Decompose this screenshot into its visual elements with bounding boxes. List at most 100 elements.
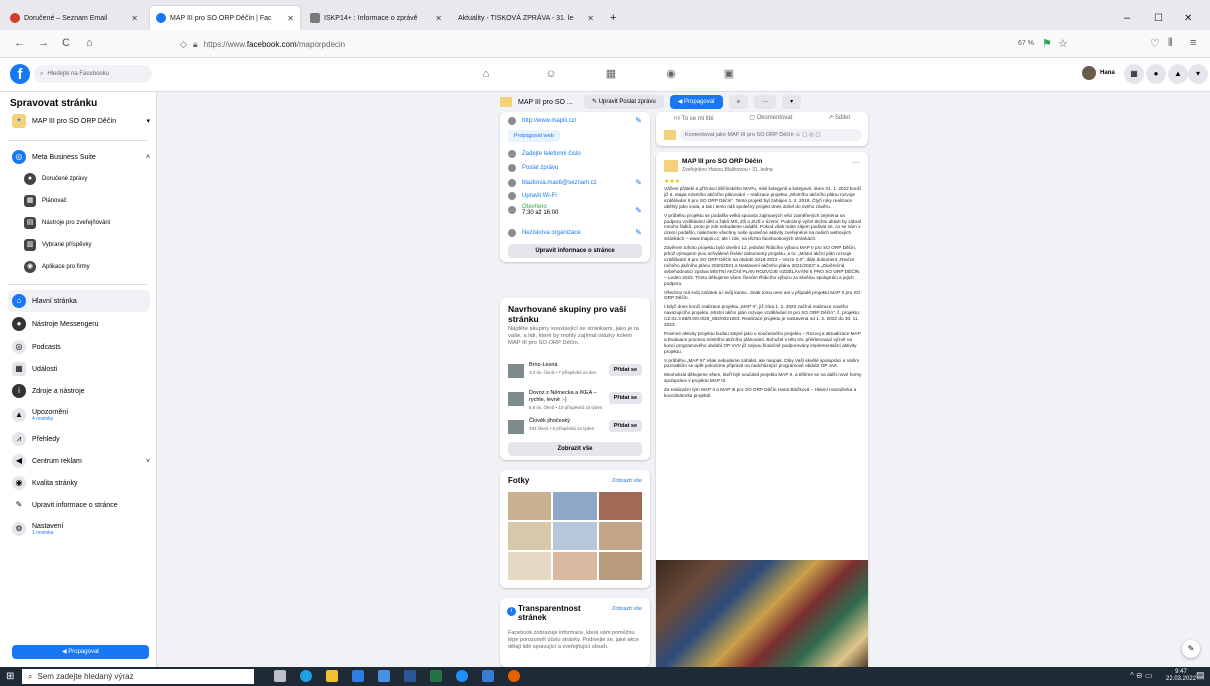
- home-button[interactable]: ⌂: [86, 37, 93, 49]
- join-group-button[interactable]: Přidat se: [608, 392, 642, 404]
- library-icon[interactable]: ⫴: [1168, 37, 1173, 50]
- edit-send-message-button[interactable]: ✎ Upravit Poslat zprávu: [584, 95, 664, 109]
- sidebar-item-business-apps[interactable]: ◉ Aplikace pro firmy: [20, 256, 150, 278]
- more-options-icon[interactable]: ···: [852, 158, 860, 167]
- store-icon[interactable]: [352, 670, 364, 682]
- sidebar-item-messenger-tools[interactable]: ● Nástroje Messengeru: [8, 313, 150, 335]
- page-switcher[interactable]: ✦ MAP III pro SO ORP Děčín ▾: [8, 110, 150, 132]
- sidebar-item-ad-center[interactable]: ◀ Centrum reklam ˅: [8, 450, 150, 472]
- new-tab-button[interactable]: +: [604, 6, 622, 30]
- browser-tab-facebook[interactable]: MAP III pro SO ORP Děčín | Fac ✕: [150, 6, 300, 30]
- url-bar[interactable]: ◇ 🔒︎ https://www. facebook.com/maporpdeci…: [180, 34, 1090, 54]
- show-all-photos-link[interactable]: Zobrazit vše: [612, 478, 642, 484]
- post-author[interactable]: MAP III pro SO ORP Děčín: [682, 158, 762, 165]
- close-tab-icon[interactable]: ✕: [287, 14, 294, 23]
- group-name[interactable]: Brno-Lesná: [529, 362, 557, 368]
- excel-icon[interactable]: [430, 670, 442, 682]
- send-message-link[interactable]: Poslat zprávu: [522, 165, 558, 171]
- group-name[interactable]: Člověk jihočeský: [529, 418, 570, 424]
- close-tab-icon[interactable]: ✕: [435, 14, 442, 23]
- back-button[interactable]: ←: [14, 37, 25, 49]
- category-link[interactable]: Neziskova organizace: [522, 230, 581, 236]
- search-icon[interactable]: ⌕: [728, 95, 749, 109]
- wifi-link[interactable]: Upravit Wi-Fi: [522, 193, 557, 199]
- browser-tab-aktuality[interactable]: Aktuality - TISKOVÁ ZPRÁVA - 31. le ✕: [452, 6, 600, 30]
- sidebar-item-edit-page-info[interactable]: ✎ Upravit informace o stránce: [8, 494, 150, 516]
- facebook-search-input[interactable]: ⌕ Hledejte na Facebooku: [34, 65, 152, 83]
- group-name[interactable]: Dovoz z Německa a IKEA – rychle, levně :…: [529, 390, 597, 403]
- sidebar-item-podcasts[interactable]: ◎ Podcasts: [8, 336, 150, 358]
- mail-icon[interactable]: [378, 670, 390, 682]
- join-group-button[interactable]: Přidat se: [608, 420, 642, 432]
- pencil-icon[interactable]: ✎: [635, 228, 642, 237]
- phone-link[interactable]: Zadejte telefonní číslo: [522, 151, 581, 157]
- sidebar-item-resources[interactable]: i Zdroje a nástroje: [8, 380, 150, 402]
- outlook-icon[interactable]: [482, 670, 494, 682]
- close-tab-icon[interactable]: ✕: [131, 14, 138, 23]
- photo-thumbnail[interactable]: [508, 552, 552, 580]
- sidebar-item-notifications[interactable]: ▲ Upozornění 4 novinky: [8, 402, 150, 428]
- close-window-button[interactable]: ✕: [1178, 6, 1198, 30]
- email-link[interactable]: blazkova.mas6@seznam.cz: [522, 180, 597, 186]
- groups-nav-icon[interactable]: ◉: [660, 64, 682, 84]
- sidebar-item-events[interactable]: ▦ Události: [8, 358, 150, 380]
- comment-button[interactable]: ▢ Okomentovat: [749, 114, 792, 122]
- notifications-icon[interactable]: ▲: [1168, 64, 1188, 84]
- pocket-icon[interactable]: ♡: [1150, 37, 1160, 50]
- edit-page-info-button[interactable]: Upravit informace o stránce: [508, 244, 642, 258]
- forward-button[interactable]: →: [38, 37, 49, 49]
- maximize-button[interactable]: ☐: [1148, 6, 1169, 30]
- photo-thumbnail[interactable]: [553, 522, 597, 550]
- sidebar-item-publishing-tools[interactable]: ▤ Nástroje pro zveřejňování: [20, 212, 150, 234]
- show-all-link[interactable]: Zobrazit vše: [612, 606, 642, 612]
- page-switch-icon[interactable]: ▾: [782, 95, 802, 109]
- pencil-icon[interactable]: ✎: [635, 206, 642, 215]
- browser-tab-iskp[interactable]: ISKP14+ : Informace o zprávě ✕: [304, 6, 448, 30]
- photo-thumbnail[interactable]: [598, 552, 642, 580]
- post-photo[interactable]: [656, 560, 868, 672]
- website-link[interactable]: http://www.mapiii.cz/: [522, 118, 576, 124]
- sidebar-item-insights[interactable]: ⩘ Přehledy: [8, 428, 150, 450]
- new-message-icon[interactable]: ✎: [1182, 640, 1200, 658]
- sidebar-item-page-quality[interactable]: ◉ Kvalita stránky: [8, 472, 150, 494]
- comment-input[interactable]: Komentovat jako MAP III pro SO ORP Děčín…: [680, 129, 862, 141]
- sidebar-item-featured-posts[interactable]: ▥ Vybrané příspěvky: [20, 234, 150, 256]
- gaming-nav-icon[interactable]: ▣: [718, 64, 740, 84]
- home-nav-icon[interactable]: ⌂: [475, 64, 497, 84]
- word-icon[interactable]: [404, 670, 416, 682]
- task-view-icon[interactable]: [274, 670, 286, 682]
- menu-grid-icon[interactable]: ▦: [1124, 64, 1144, 84]
- facebook-logo-icon[interactable]: f: [10, 64, 30, 84]
- join-group-button[interactable]: Přidat se: [608, 364, 642, 376]
- photo-thumbnail[interactable]: [508, 522, 552, 550]
- minimize-button[interactable]: –: [1118, 6, 1136, 30]
- promote-button[interactable]: ◀ Propagovat: [12, 645, 149, 659]
- windows-start-icon[interactable]: ⊞: [6, 671, 14, 682]
- internet-explorer-icon[interactable]: [456, 670, 468, 682]
- close-tab-icon[interactable]: ✕: [587, 14, 594, 23]
- sidebar-item-inbox[interactable]: ● Doručené zprávy: [20, 168, 150, 190]
- photo-thumbnail[interactable]: [553, 492, 597, 520]
- marketplace-nav-icon[interactable]: ▦: [600, 64, 622, 84]
- friends-nav-icon[interactable]: ☺: [540, 64, 562, 84]
- edge-icon[interactable]: [300, 670, 312, 682]
- pencil-icon[interactable]: ✎: [635, 116, 642, 125]
- sidebar-item-settings[interactable]: ⚙ Nastavení 1 novinka: [8, 516, 150, 542]
- system-tray-icon[interactable]: ^ ⊖ ▭: [1130, 671, 1152, 680]
- profile-chip[interactable]: Hana: [1082, 66, 1115, 80]
- promote-button[interactable]: ◀ Propagovat: [669, 95, 723, 109]
- browser-tab-email[interactable]: Doručené – Seznam Email ✕: [4, 6, 144, 30]
- messenger-icon[interactable]: ●: [1146, 64, 1166, 84]
- clock[interactable]: 9:47 22.03.2022: [1166, 669, 1196, 683]
- sidebar-item-home[interactable]: ⌂ Hlavní stránka: [8, 290, 150, 312]
- sidebar-item-planner[interactable]: ▦ Plánovač: [20, 190, 150, 212]
- like-button[interactable]: 👍︎ To se mi líbí: [674, 114, 714, 122]
- show-all-groups-button[interactable]: Zobrazit vše: [508, 442, 642, 456]
- more-options-icon[interactable]: ···: [754, 95, 777, 109]
- photo-thumbnail[interactable]: [598, 522, 642, 550]
- account-chevron-icon[interactable]: ▾: [1188, 64, 1208, 84]
- share-button[interactable]: ↗ Sdílet: [828, 114, 850, 122]
- menu-icon[interactable]: ≡: [1190, 37, 1196, 49]
- opening-hours[interactable]: 7:30 až 16:00: [522, 210, 558, 216]
- firefox-icon[interactable]: [508, 670, 520, 682]
